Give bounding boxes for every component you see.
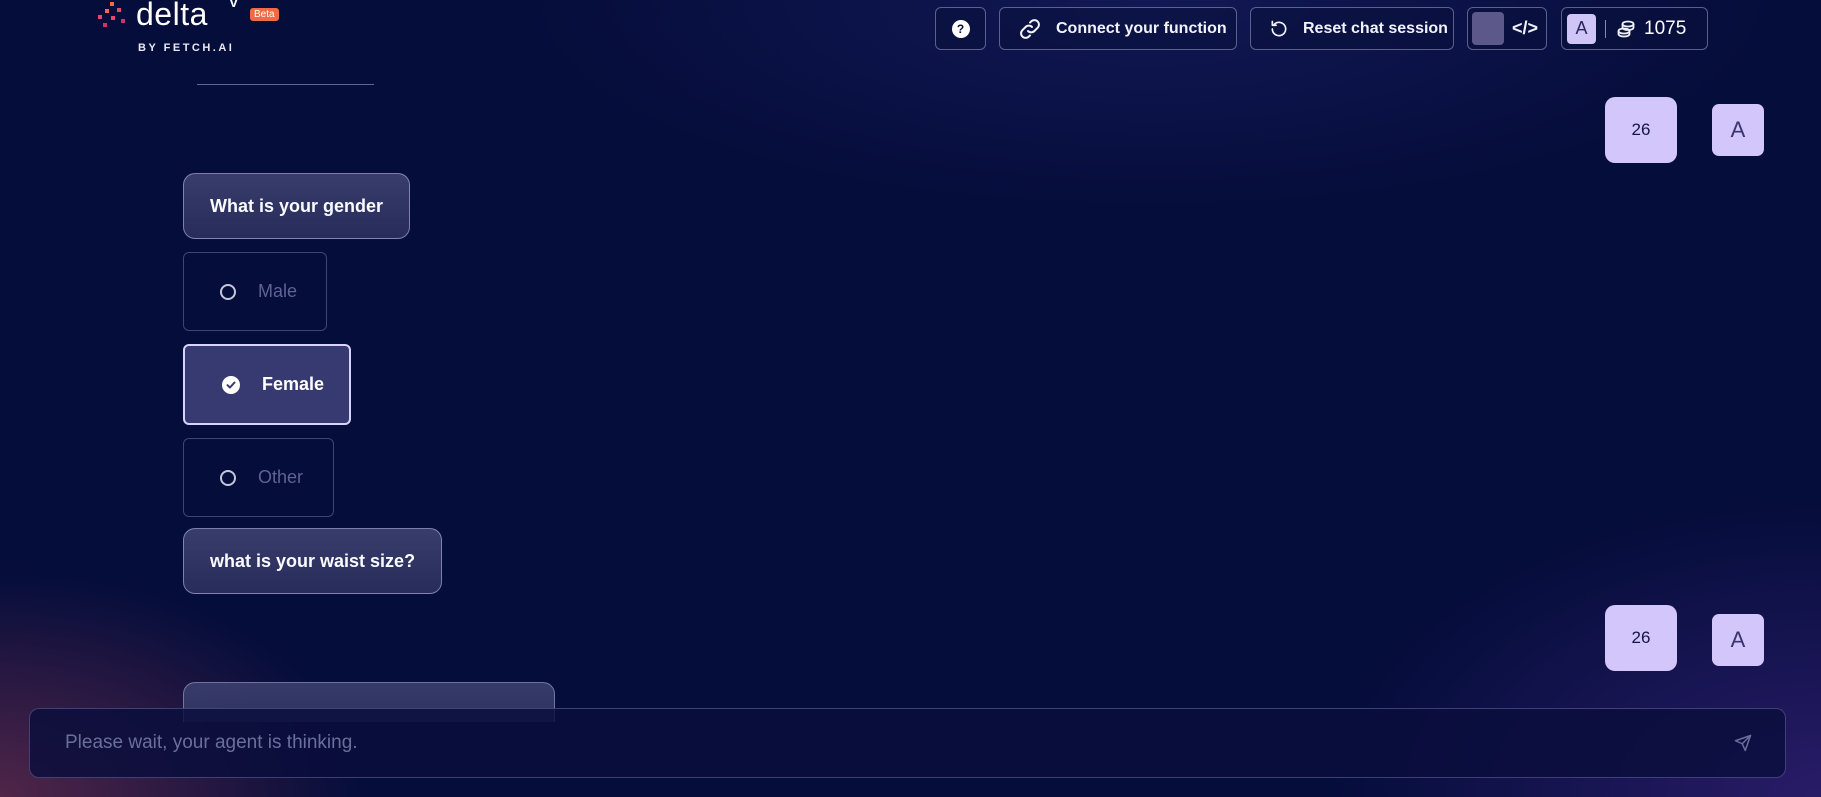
color-swatch[interactable] — [1472, 12, 1504, 45]
coins-icon — [1617, 20, 1635, 37]
credits-count: 1075 — [1644, 17, 1687, 39]
logo-wordmark: delta — [136, 0, 208, 32]
link-icon — [1020, 18, 1040, 39]
send-icon — [1734, 734, 1752, 752]
reset-chat-button[interactable]: Reset chat session — [1250, 7, 1454, 50]
user-message-bubble: 26 — [1605, 97, 1677, 163]
chat-input[interactable] — [30, 731, 1723, 755]
logo-subtitle: BY FETCH.AI — [138, 42, 235, 54]
radio-icon — [220, 469, 236, 486]
divider-line — [197, 84, 374, 85]
help-button[interactable]: ? — [935, 7, 986, 50]
option-female[interactable]: Female — [183, 344, 351, 425]
account-credits[interactable]: A 1075 — [1561, 7, 1708, 50]
user-message-bubble: 26 — [1605, 605, 1677, 671]
option-male[interactable]: Male — [183, 252, 327, 331]
user-avatar: A — [1712, 614, 1764, 666]
option-label: Other — [258, 467, 304, 487]
divider — [1605, 19, 1606, 38]
question-circle-icon: ? — [951, 19, 970, 38]
connect-function-label: Connect your function — [1056, 19, 1227, 37]
connect-function-button[interactable]: Connect your function — [999, 7, 1237, 50]
agent-message: what is your waist size? — [183, 528, 443, 594]
option-label: Male — [258, 281, 298, 301]
reset-chat-label: Reset chat session — [1303, 19, 1448, 37]
deltav-logo[interactable]: delta V Beta BY FETCH.AI — [98, 0, 288, 56]
chat-input-bar — [29, 708, 1786, 778]
option-other[interactable]: Other — [183, 438, 334, 517]
user-avatar-small[interactable]: A — [1567, 13, 1596, 44]
radio-icon — [220, 283, 236, 300]
code-icon: </> — [1512, 18, 1539, 38]
user-avatar: A — [1712, 104, 1764, 156]
code-toggle-button[interactable]: </> — [1467, 7, 1547, 50]
logo-superscript: V — [229, 0, 239, 10]
agent-message: What is your gender — [183, 173, 411, 239]
check-circle-icon — [222, 375, 240, 394]
beta-badge: Beta — [250, 8, 279, 21]
send-button[interactable] — [1723, 723, 1763, 763]
option-label: Female — [262, 374, 325, 394]
reset-icon — [1271, 20, 1287, 36]
logo-dots-icon — [98, 2, 125, 27]
